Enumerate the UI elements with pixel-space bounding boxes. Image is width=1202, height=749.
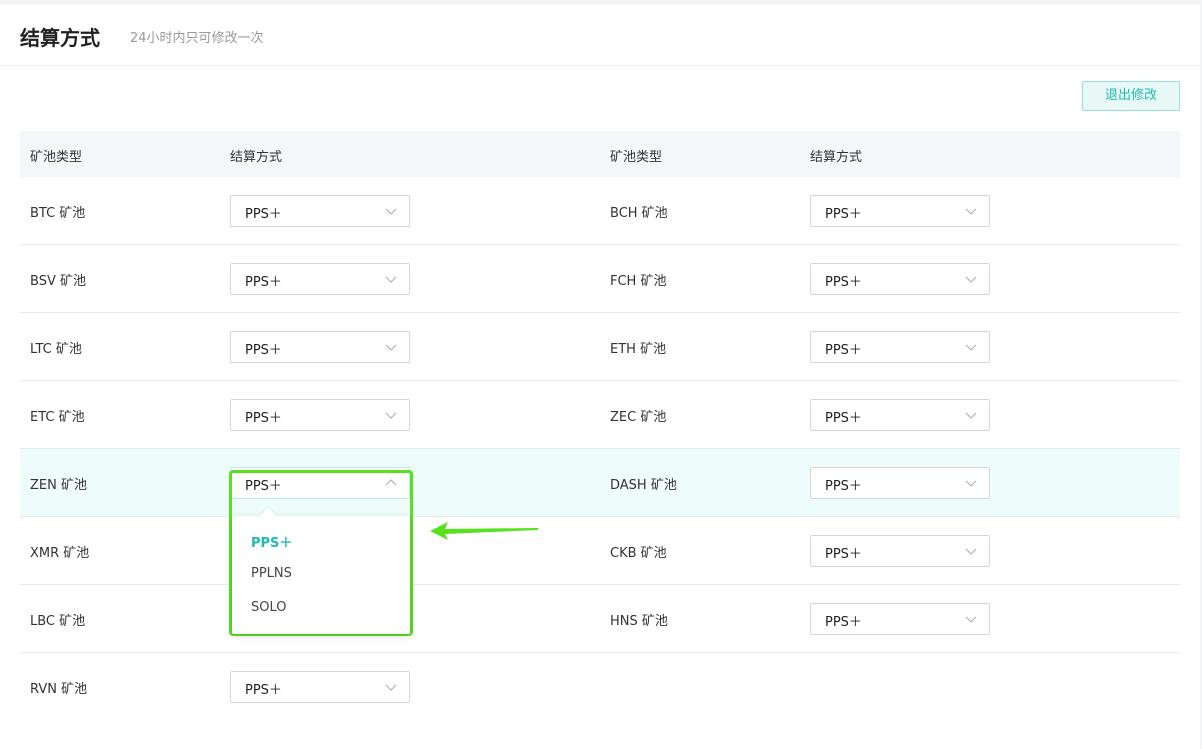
page-subtitle: 24小时内只可修改一次 (130, 31, 264, 46)
chevron-down-icon (965, 548, 977, 555)
arrow-left-icon (430, 522, 538, 540)
select-value: PPS＋ (245, 683, 282, 698)
table-row: BTC 矿池 PPS＋ BCH 矿池 PPS＋ (20, 177, 1180, 245)
method-select[interactable]: PPS＋ (810, 467, 990, 499)
pool-name: BTC 矿池 (30, 206, 86, 221)
method-select[interactable]: PPS＋ (230, 263, 410, 295)
method-select[interactable]: PPS＋ (810, 399, 990, 431)
method-select[interactable]: PPS＋ (230, 331, 410, 363)
method-select[interactable]: PPS＋ (810, 535, 990, 567)
chevron-down-icon (385, 684, 397, 691)
pool-name: LTC 矿池 (30, 342, 82, 357)
table-row: BSV 矿池 PPS＋ FCH 矿池 PPS＋ (20, 245, 1180, 313)
pool-name: ZEN 矿池 (30, 478, 87, 493)
option-pps-plus[interactable]: PPS＋ (251, 532, 292, 551)
pool-name: ZEC 矿池 (610, 410, 667, 425)
chevron-down-icon (965, 412, 977, 419)
method-select[interactable]: PPS＋ (230, 195, 410, 227)
header-pool-type-2: 矿池类型 (610, 150, 663, 165)
header: 结算方式 24小时内只可修改一次 (0, 5, 1200, 66)
pool-name: BCH 矿池 (610, 206, 668, 221)
pool-name: ETH 矿池 (610, 342, 667, 357)
select-value: PPS＋ (825, 411, 862, 426)
select-value: PPS＋ (245, 207, 282, 222)
pool-name: DASH 矿池 (610, 478, 677, 493)
option-pplns[interactable]: PPLNS (251, 566, 292, 581)
method-select[interactable]: PPS＋ (810, 263, 990, 295)
header-pool-type: 矿池类型 (30, 150, 83, 165)
chevron-down-icon (965, 276, 977, 283)
table-row: ZEN 矿池 PPS＋ DASH 矿池 PPS＋ (20, 449, 1180, 517)
method-select[interactable]: PPS＋ (810, 195, 990, 227)
option-solo[interactable]: SOLO (251, 600, 287, 615)
method-select[interactable]: PPS＋ (230, 671, 410, 703)
pool-name: CKB 矿池 (610, 546, 667, 561)
pool-name: LBC 矿池 (30, 614, 86, 629)
select-value: PPS＋ (825, 207, 862, 222)
page-title: 结算方式 (20, 26, 100, 50)
select-value: PPS＋ (245, 343, 282, 358)
exit-edit-button[interactable]: 退出修改 (1082, 81, 1180, 111)
pool-name: XMR 矿池 (30, 546, 90, 561)
pool-name: FCH 矿池 (610, 274, 667, 289)
chevron-down-icon (965, 344, 977, 351)
select-value: PPS＋ (245, 479, 282, 494)
table-row: RVN 矿池 PPS＋ (20, 653, 1180, 721)
chevron-down-icon (965, 616, 977, 623)
method-select[interactable]: PPS＋ (230, 467, 410, 499)
select-value: PPS＋ (825, 343, 862, 358)
select-value: PPS＋ (245, 411, 282, 426)
header-method-2: 结算方式 (810, 150, 863, 165)
table-row: LTC 矿池 PPS＋ ETH 矿池 PPS＋ (20, 313, 1180, 381)
header-method: 结算方式 (230, 150, 283, 165)
chevron-down-icon (385, 208, 397, 215)
settlement-table: 矿池类型 结算方式 矿池类型 结算方式 BTC 矿池 PPS＋ BCH 矿池 PPS＋… (20, 131, 1180, 721)
select-value: PPS＋ (825, 275, 862, 290)
select-value: PPS＋ (245, 275, 282, 290)
table-row: XMR 矿池 CKB 矿池 PPS＋ (20, 517, 1180, 585)
method-select[interactable]: PPS＋ (810, 603, 990, 635)
select-value: PPS＋ (825, 615, 862, 630)
table-header: 矿池类型 结算方式 矿池类型 结算方式 (20, 131, 1180, 177)
table-row: ETC 矿池 PPS＋ ZEC 矿池 PPS＋ (20, 381, 1180, 449)
chevron-up-icon (385, 479, 397, 486)
chevron-down-icon (385, 344, 397, 351)
select-value: PPS＋ (825, 479, 862, 494)
chevron-down-icon (965, 480, 977, 487)
chevron-down-icon (385, 412, 397, 419)
pool-name: RVN 矿池 (30, 682, 88, 697)
pool-name: HNS 矿池 (610, 614, 668, 629)
method-dropdown-menu: PPS＋ PPLNS SOLO (232, 507, 410, 634)
pool-name: ETC 矿池 (30, 410, 85, 425)
chevron-down-icon (965, 208, 977, 215)
chevron-down-icon (385, 276, 397, 283)
method-select[interactable]: PPS＋ (810, 331, 990, 363)
pool-name: BSV 矿池 (30, 274, 86, 289)
method-select[interactable]: PPS＋ (230, 399, 410, 431)
select-value: PPS＋ (825, 547, 862, 562)
table-row: LBC 矿池 HNS 矿池 PPS＋ (20, 585, 1180, 653)
